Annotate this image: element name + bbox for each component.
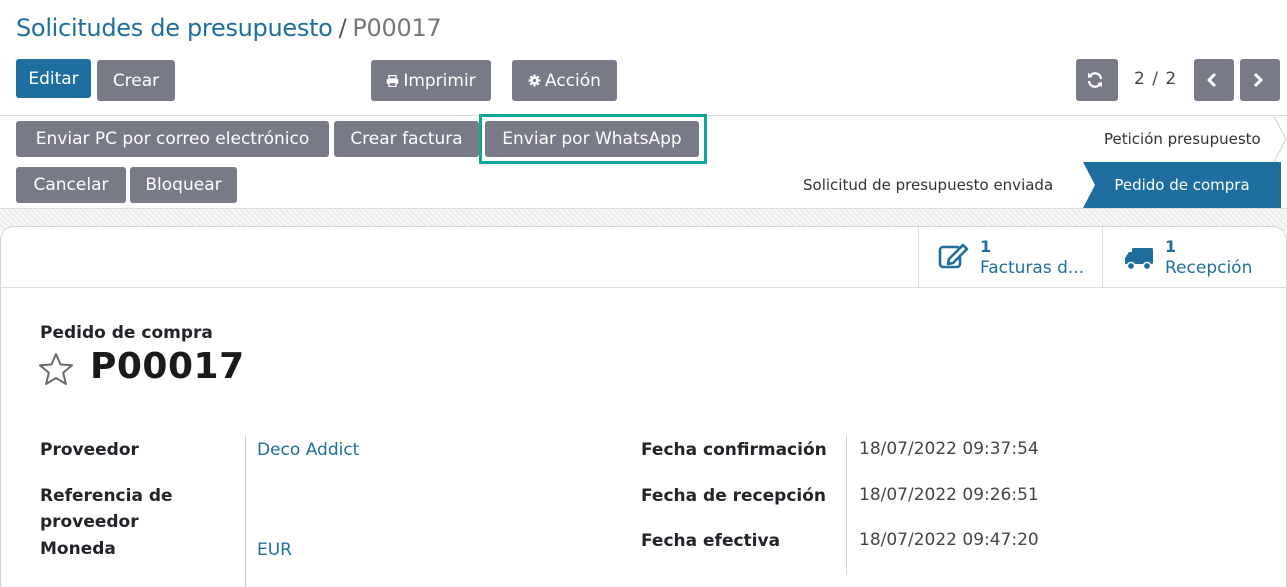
smart-button-count: 1 — [980, 237, 992, 256]
smart-button-count: 1 — [1165, 237, 1177, 256]
truck-icon — [1125, 248, 1153, 271]
print-button[interactable]: Imprimir — [371, 60, 491, 101]
status-rfq-sent[interactable]: Solicitud de presupuesto enviada — [803, 176, 1053, 194]
left-group-divider — [245, 436, 246, 587]
record-reference: P00017 — [90, 346, 245, 387]
edit-button[interactable]: Editar — [16, 59, 91, 98]
record-type-label: Pedido de compra — [40, 323, 213, 343]
lock-button[interactable]: Bloquear — [130, 167, 237, 203]
button-box-divider — [0, 287, 1287, 288]
field-label-vendor: Proveedor — [40, 440, 139, 460]
smart-button-label: Recepción — [1165, 258, 1253, 278]
breadcrumb-current: P00017 — [352, 14, 442, 42]
print-icon — [387, 74, 399, 87]
status-request-quotation[interactable]: Petición presupuesto — [1104, 130, 1261, 148]
chevron-right-icon — [1253, 72, 1263, 88]
action-button[interactable]: Acción — [512, 60, 617, 101]
breadcrumb-parent-link[interactable]: Solicitudes de presupuesto — [16, 14, 333, 42]
pager-next-button[interactable] — [1240, 59, 1280, 101]
pencil-square-icon — [938, 243, 969, 269]
field-label-confirmation-date: Fecha confirmación — [641, 440, 827, 460]
send-email-button[interactable]: Enviar PC por correo electrónico — [16, 121, 329, 157]
refresh-icon — [1087, 72, 1103, 88]
status-purchase-order-active: Pedido de compra — [1083, 162, 1281, 208]
smart-button-receipts[interactable]: 1 Recepción — [1102, 227, 1287, 287]
refresh-button[interactable] — [1076, 59, 1118, 101]
field-value-effective-date[interactable]: 18/07/2022 09:47:20 — [859, 530, 1039, 550]
breadcrumb: Solicitudes de presupuesto / P00017 — [16, 14, 442, 42]
smart-button-label: Facturas d... — [980, 258, 1085, 278]
cancel-button[interactable]: Cancelar — [16, 167, 126, 203]
action-button-label: Acción — [545, 70, 601, 91]
breadcrumb-separator: / — [338, 14, 347, 42]
star-icon[interactable] — [38, 352, 74, 386]
send-whatsapp-button[interactable]: Enviar por WhatsApp — [485, 121, 699, 157]
field-label-vendor-reference: Referencia de proveedor — [40, 486, 173, 532]
field-value-receipt-date[interactable]: 18/07/2022 09:26:51 — [859, 485, 1039, 505]
right-group-divider — [846, 436, 847, 574]
smart-button-invoices[interactable]: 1 Facturas d... — [918, 227, 1102, 287]
chevron-left-icon — [1207, 72, 1217, 88]
field-value-vendor[interactable]: Deco Addict — [257, 440, 359, 460]
field-value-currency[interactable]: EUR — [257, 540, 292, 560]
status-chevron-divider — [1274, 116, 1287, 162]
pager-value[interactable]: 2 / 2 — [1134, 69, 1177, 89]
pager-previous-button[interactable] — [1194, 59, 1234, 101]
field-label-effective-date: Fecha efectiva — [641, 531, 781, 551]
field-value-confirmation-date[interactable]: 18/07/2022 09:37:54 — [859, 439, 1039, 459]
field-label-currency: Moneda — [40, 539, 116, 559]
gear-icon — [528, 74, 541, 87]
create-button[interactable]: Crear — [97, 60, 175, 101]
create-invoice-button[interactable]: Crear factura — [334, 121, 479, 157]
print-button-label: Imprimir — [403, 70, 476, 91]
field-label-receipt-date: Fecha de recepción — [641, 486, 827, 506]
